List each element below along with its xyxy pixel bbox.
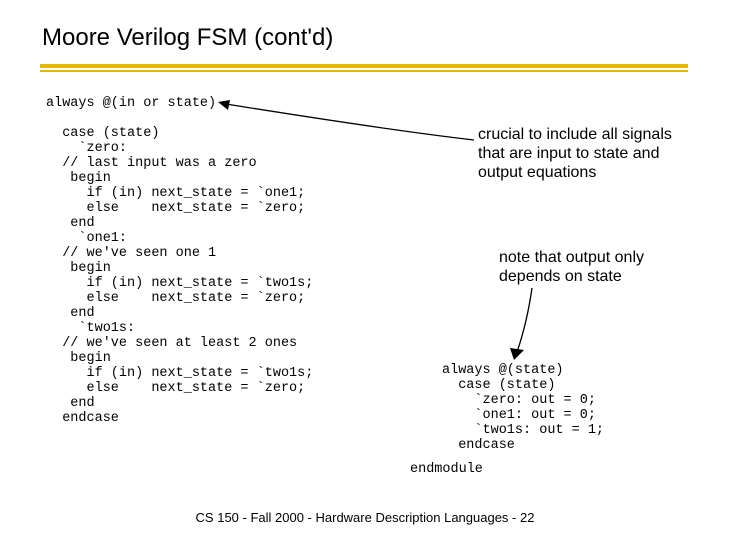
title-underline: [40, 64, 688, 74]
slide-footer: CS 150 - Fall 2000 - Hardware Descriptio…: [0, 510, 730, 525]
arrow-to-sensitivity: [218, 100, 478, 170]
annotation-output-depends-state: note that output only depends on state: [499, 248, 709, 286]
annotation-sensitivity-list: crucial to include all signals that are …: [478, 125, 688, 182]
code-block-output-logic: always @(state) case (state) `zero: out …: [442, 363, 604, 453]
code-endmodule: endmodule: [410, 462, 483, 477]
arrow-to-output-block: [502, 288, 562, 366]
slide-title: Moore Verilog FSM (cont'd): [42, 24, 333, 52]
